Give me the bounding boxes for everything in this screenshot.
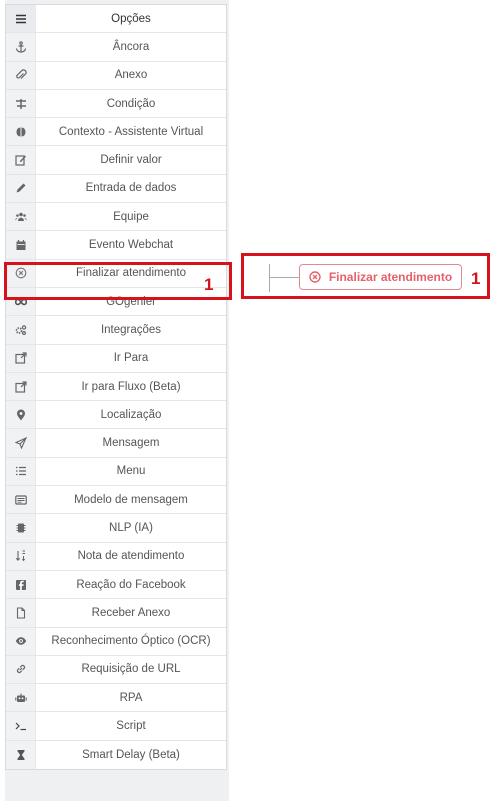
option-item[interactable]: Finalizar atendimento — [6, 259, 226, 288]
anchor-icon — [6, 33, 36, 61]
connector-vertical — [269, 264, 270, 292]
option-item-label: Smart Delay (Beta) — [82, 748, 180, 761]
brain-icon — [6, 118, 36, 146]
option-item-label: Anexo — [114, 69, 148, 82]
send-icon — [6, 429, 36, 457]
options-list: Opções Âncora Anexo Condição Contexto - Ass… — [5, 4, 227, 771]
option-item-label: Ir Para — [113, 352, 149, 365]
option-item-label: Integrações — [100, 323, 162, 336]
options-header-label: Opções — [111, 12, 151, 25]
option-item-label: Reação do Facebook — [76, 578, 186, 591]
hourglass-icon — [6, 740, 36, 770]
external-link-icon — [6, 372, 36, 401]
option-item-label: Script — [116, 720, 146, 733]
option-item[interactable]: Modelo de mensagem — [6, 486, 226, 515]
option-item[interactable]: RPA — [6, 684, 226, 713]
edit-icon — [6, 146, 36, 174]
option-item[interactable]: NLP (IA) — [6, 514, 226, 543]
option-item[interactable]: Receber Anexo — [6, 599, 226, 628]
signpost-icon — [6, 89, 36, 118]
paperclip-icon — [6, 61, 36, 89]
option-item-label: Finalizar atendimento — [76, 267, 186, 280]
option-item[interactable]: Ir Para — [6, 344, 226, 373]
option-item-label: Reconhecimento Óptico (OCR) — [51, 635, 211, 648]
option-item[interactable]: Ir para Fluxo (Beta) — [6, 372, 226, 402]
connector-horizontal — [269, 277, 299, 278]
users-icon — [6, 203, 36, 231]
option-item-label: Menu — [116, 465, 146, 478]
option-item[interactable]: Âncora — [6, 33, 226, 62]
option-item[interactable]: Anexo — [6, 61, 226, 90]
chip-icon — [6, 514, 36, 542]
file-icon — [6, 599, 36, 627]
external-link-icon — [6, 344, 36, 372]
option-item[interactable]: Mensagem — [6, 429, 226, 458]
option-item-label: RPA — [119, 691, 143, 704]
option-item-label: Equipe — [113, 210, 149, 223]
option-item[interactable]: Definir valor — [6, 146, 226, 175]
sort-icon — [6, 542, 36, 570]
close-circle-icon — [309, 271, 321, 283]
option-item[interactable]: Equipe — [6, 203, 226, 232]
option-item-label: Mensagem — [102, 437, 160, 450]
option-item[interactable]: Evento Webchat — [6, 231, 226, 260]
option-item[interactable]: Reconhecimento Óptico (OCR) — [6, 627, 226, 656]
gears-icon — [6, 316, 36, 344]
option-item[interactable]: Requisição de URL — [6, 655, 226, 685]
eye-icon — [6, 627, 36, 655]
option-item-label: GOgenier — [106, 295, 156, 308]
option-item[interactable]: Contexto - Assistente Virtual — [6, 118, 226, 147]
canvas-node-label: Finalizar atendimento — [328, 270, 453, 284]
option-item-label: Modelo de mensagem — [74, 493, 188, 506]
option-item[interactable]: Reação do Facebook — [6, 570, 226, 600]
pencil-icon — [6, 174, 36, 203]
menu-icon[interactable] — [6, 5, 36, 33]
option-item-label: Definir valor — [100, 154, 162, 167]
annotation-number-left: 1 — [204, 275, 214, 294]
link-icon — [6, 655, 36, 684]
canvas-area: Finalizar atendimento — [241, 253, 490, 299]
option-item-label: NLP (IA) — [109, 521, 153, 534]
terminal-icon — [6, 712, 36, 740]
option-item[interactable]: Entrada de dados — [6, 174, 226, 204]
canvas-node-finalizar-atendimento[interactable]: Finalizar atendimento — [299, 264, 462, 290]
option-item-label: Condição — [106, 97, 156, 110]
option-item-label: Entrada de dados — [85, 182, 177, 195]
option-item[interactable]: Localização — [6, 401, 226, 430]
option-item-label: Âncora — [112, 40, 150, 53]
list-icon — [6, 457, 36, 486]
map-pin-icon — [6, 401, 36, 429]
option-item[interactable]: Nota de atendimento — [6, 542, 226, 571]
option-item[interactable]: Smart Delay (Beta) — [6, 740, 226, 770]
options-header[interactable]: Opções — [6, 5, 226, 34]
option-item[interactable]: GOgenier — [6, 287, 226, 317]
option-item-label: Nota de atendimento — [77, 550, 185, 563]
option-item[interactable]: Integrações — [6, 316, 226, 345]
option-item-label: Receber Anexo — [91, 606, 171, 619]
facebook-icon — [6, 570, 36, 599]
annotation-number-right: 1 — [471, 269, 481, 288]
infinity-icon — [6, 287, 36, 316]
calendar-icon — [6, 231, 36, 259]
option-item[interactable]: Condição — [6, 89, 226, 119]
option-item-label: Contexto - Assistente Virtual — [58, 125, 204, 138]
option-item-label: Evento Webchat — [88, 239, 174, 252]
option-item-label: Requisição de URL — [81, 663, 181, 676]
option-item[interactable]: Script — [6, 712, 226, 741]
option-item[interactable]: Menu — [6, 457, 226, 487]
template-icon — [6, 486, 36, 514]
option-item-label: Localização — [100, 408, 162, 421]
close-circle-icon — [6, 259, 36, 287]
option-item-label: Ir para Fluxo (Beta) — [81, 380, 181, 393]
robot-icon — [6, 684, 36, 712]
